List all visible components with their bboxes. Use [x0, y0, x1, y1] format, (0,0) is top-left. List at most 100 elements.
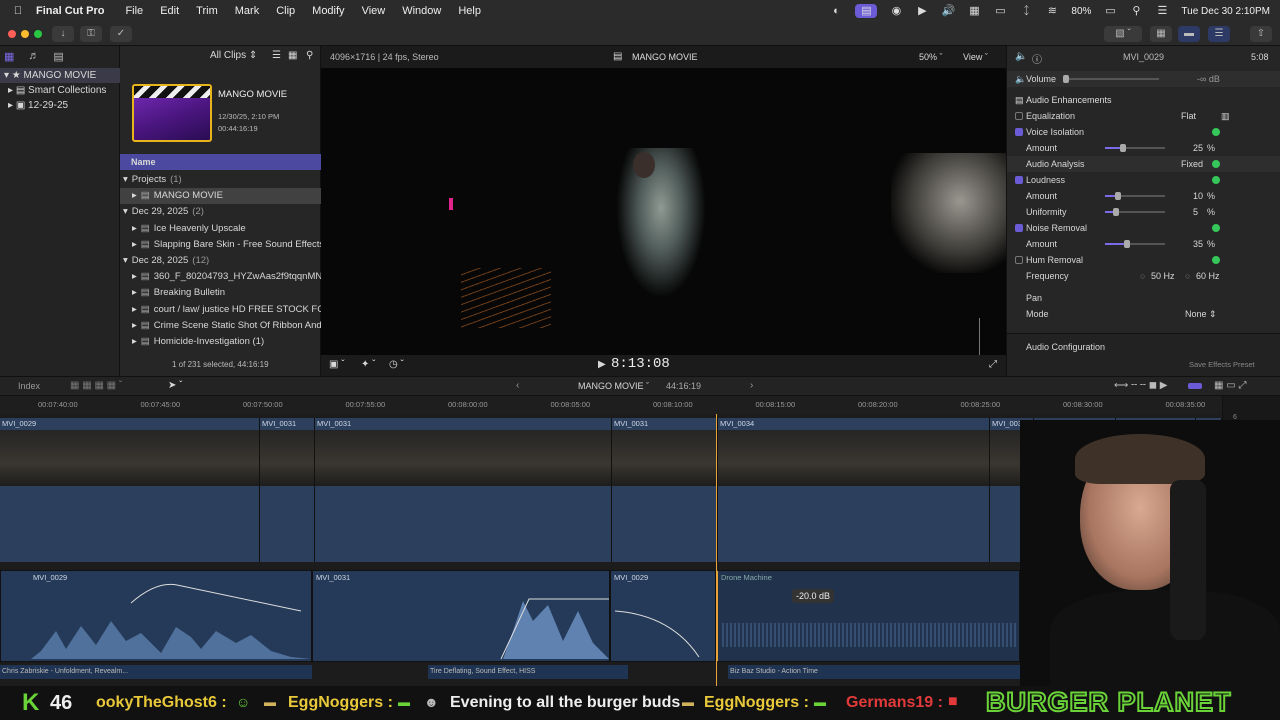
video-clip[interactable]: MVI_0031	[260, 418, 315, 562]
browser-item[interactable]: ▸ ▤ MANGO MOVIE	[120, 188, 321, 205]
slider-knob[interactable]	[1114, 192, 1121, 200]
minimize-window-button[interactable]	[21, 30, 29, 38]
layout-icon[interactable]: ▦	[967, 4, 981, 18]
project-thumbnail[interactable]	[132, 84, 212, 142]
timeline-controls-icon[interactable]: ⟷ ╌ ╌ ◼ ▶	[1114, 380, 1167, 391]
fullscreen-icon[interactable]: ⤢	[989, 359, 997, 370]
battery-icon[interactable]: ▭	[1103, 4, 1117, 18]
list-view-icon[interactable]: ☰	[272, 50, 281, 61]
disclosure-open-icon[interactable]: ▾	[123, 255, 128, 266]
slider-knob[interactable]	[1112, 208, 1119, 216]
photos-tab-icon[interactable]: ♬	[28, 50, 39, 66]
disclosure-open-icon[interactable]: ▾	[123, 206, 128, 217]
freq-60[interactable]: 60 Hz	[1196, 268, 1220, 284]
menu-edit[interactable]: Edit	[160, 5, 179, 17]
speed-icon[interactable]: ◷ ˇ	[389, 359, 404, 370]
amount-slider[interactable]	[1105, 192, 1165, 200]
volume-slider[interactable]	[1063, 75, 1159, 83]
clip-appearance-icon[interactable]: ▦ ▭ ⤢	[1214, 380, 1246, 391]
radio-60-icon[interactable]: ○	[1185, 268, 1190, 284]
browser-group[interactable]: ▾ Projects (1)	[120, 172, 321, 188]
video-frame[interactable]	[321, 68, 1006, 355]
show-browser-icon[interactable]: ▦	[1150, 26, 1172, 42]
radio-50-icon[interactable]: ○	[1140, 268, 1145, 284]
slider-knob[interactable]	[1120, 144, 1126, 152]
menu-mark[interactable]: Mark	[235, 5, 259, 17]
control-center-icon[interactable]: ☰	[1155, 4, 1169, 18]
audio-tab-icon[interactable]: 🔈	[1015, 51, 1027, 62]
library-item[interactable]: ▸ ▤ Smart Collections	[0, 83, 120, 98]
settings-icon[interactable]: ▦	[288, 50, 297, 61]
menu-modify[interactable]: Modify	[312, 5, 344, 17]
name-column-header[interactable]: Name	[120, 154, 321, 170]
globe-icon[interactable]: ◉	[889, 4, 903, 18]
volume-knob[interactable]	[1063, 75, 1069, 83]
audio-clip[interactable]: Drone Machine -20.0 dB	[716, 570, 1020, 662]
display-icon[interactable]: ▭	[993, 4, 1007, 18]
slider-knob[interactable]	[1123, 240, 1130, 248]
bluetooth-icon[interactable]: ᛨ	[1019, 4, 1033, 18]
browser-group[interactable]: ▾ Dec 29, 2025 (2)	[120, 204, 321, 220]
inspector-row-value[interactable]: 35	[1193, 236, 1203, 252]
volume-value[interactable]: -∞ dB	[1197, 71, 1220, 87]
menu-trim[interactable]: Trim	[196, 5, 218, 17]
inspector-row-value[interactable]: Flat	[1181, 108, 1196, 124]
browser-group[interactable]: ▾ Dec 28, 2025 (12)	[120, 253, 321, 269]
zoom-menu[interactable]: 50% ˇ	[919, 52, 943, 62]
append-icon[interactable]: ▦ ▦ ▦ ▦ ˇ	[70, 380, 122, 391]
close-window-button[interactable]	[8, 30, 16, 38]
amount-slider[interactable]	[1105, 240, 1165, 248]
browser-item[interactable]: ▸ ▤ Ice Heavenly Upscale	[120, 221, 321, 237]
inspector-row-value[interactable]: 5	[1193, 204, 1198, 220]
share-icon[interactable]: ⇧	[1250, 26, 1272, 42]
disclosure-closed-icon[interactable]: ▸	[132, 320, 137, 331]
inspector-row-value[interactable]: Fixed	[1181, 156, 1203, 172]
audio-clip[interactable]: MVI_0031	[312, 570, 610, 662]
browser-item[interactable]: ▸ ▤ Crime Scene Static Shot Of Ribbon And …	[120, 318, 321, 334]
enable-checkbox[interactable]	[1015, 176, 1023, 184]
library-item[interactable]: ▸ ▣ 12-29-25	[0, 98, 120, 113]
app-menu[interactable]: Final Cut Pro	[36, 5, 104, 17]
disclosure-closed-icon[interactable]: ▸	[132, 223, 137, 234]
magic-wand-icon[interactable]: ✦ ˇ	[361, 359, 376, 370]
music-clip[interactable]: Chris Zabriskie - Unfoldment, Revealm...	[0, 665, 312, 679]
screen-record-icon[interactable]: ▤	[855, 4, 878, 18]
sfx-clip[interactable]: Tire Deflating, Sound Effect, HISS	[428, 665, 628, 679]
timeline-project[interactable]: MANGO MOVIE ˇ	[578, 381, 649, 391]
search-icon[interactable]: ⚲	[1129, 4, 1143, 18]
browser-item[interactable]: ▸ ▤ Slapping Bare Skin - Free Sound Effect…	[120, 237, 321, 253]
browser-item[interactable]: ▸ ▤ Homicide-Investigation (1)	[120, 334, 321, 350]
clips-filter[interactable]: All Clips ⇕	[210, 50, 257, 61]
amount-slider[interactable]	[1105, 144, 1165, 152]
audio-enhancements-header[interactable]: ▤ Audio Enhancements	[1007, 92, 1280, 108]
creative-cloud-icon[interactable]: ◐	[829, 4, 843, 18]
menu-file[interactable]: File	[125, 5, 143, 17]
inspector-row-value[interactable]: 25	[1193, 140, 1203, 156]
play-button[interactable]: ▶	[598, 359, 606, 370]
video-clip[interactable]: MVI_0029	[0, 418, 260, 562]
enable-checkbox[interactable]	[1015, 112, 1023, 120]
background-tasks-icon[interactable]: ✓	[110, 26, 132, 42]
disclosure-closed-icon[interactable]: ▸	[132, 271, 137, 282]
browser-item[interactable]: ▸ ▤ court / law/ justice HD FREE STOCK FOO	[120, 302, 321, 318]
audio-clip[interactable]: MVI_0029	[0, 570, 312, 662]
enable-checkbox[interactable]	[1015, 128, 1023, 136]
volume-icon[interactable]: 🔊	[941, 4, 956, 18]
view-menu[interactable]: View ˇ	[963, 52, 988, 62]
enable-checkbox[interactable]	[1015, 224, 1023, 232]
titles-tab-icon[interactable]: ▤	[53, 50, 63, 66]
video-clip[interactable]: MVI_0034	[718, 418, 990, 562]
playhead[interactable]	[716, 414, 717, 686]
menu-clip[interactable]: Clip	[276, 5, 295, 17]
menu-view[interactable]: View	[362, 5, 386, 17]
menu-help[interactable]: Help	[458, 5, 481, 17]
disclosure-closed-icon[interactable]: ▸	[132, 304, 137, 315]
select-tool-icon[interactable]: ➤ ˇ	[168, 380, 183, 391]
wifi-icon[interactable]: ≋	[1045, 4, 1059, 18]
disclosure-closed-icon[interactable]: ▸	[132, 287, 137, 298]
disclosure-closed-icon[interactable]: ▸	[132, 239, 137, 250]
video-clip[interactable]: MVI_0031	[612, 418, 718, 562]
freq-50[interactable]: 50 Hz	[1151, 268, 1175, 284]
disclosure-open-icon[interactable]: ▾	[123, 174, 128, 185]
zoom-window-button[interactable]	[34, 30, 42, 38]
